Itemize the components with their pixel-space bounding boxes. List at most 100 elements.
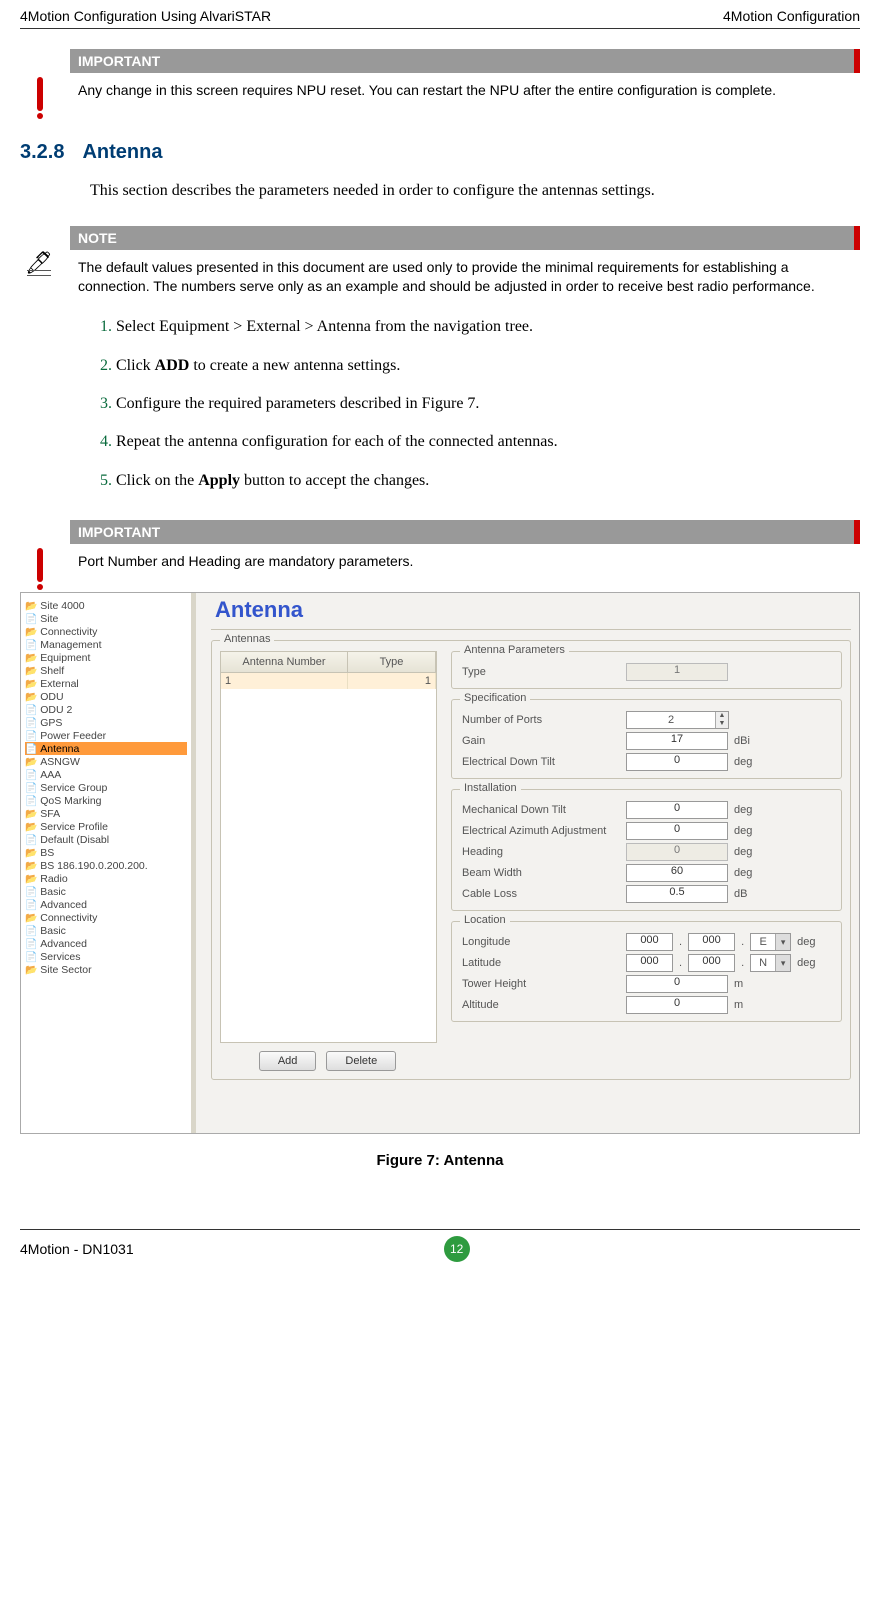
- main-panel: Antenna Antennas Antenna Number Type 1: [203, 593, 859, 1133]
- antennas-fieldset: Antennas Antenna Number Type 1 1: [211, 640, 851, 1080]
- heading-input[interactable]: 0: [626, 843, 728, 861]
- lon-dir-select[interactable]: E▾: [750, 933, 791, 951]
- step-2: Click ADD to create a new antenna settin…: [116, 347, 860, 385]
- callout-important-1: IMPORTANT Any change in this screen requ…: [20, 49, 860, 111]
- tree-node[interactable]: QoS Marking: [25, 794, 191, 807]
- step-4: Repeat the antenna configuration for eac…: [116, 423, 860, 461]
- grid-header-antenna-number[interactable]: Antenna Number: [221, 652, 348, 672]
- altitude-input[interactable]: 0: [626, 996, 728, 1014]
- edt-label: Electrical Down Tilt: [462, 756, 622, 768]
- section-number: 3.2.8: [20, 141, 64, 164]
- installation-group: Installation Mechanical Down Tilt 0 deg …: [451, 789, 842, 911]
- altitude-label: Altitude: [462, 999, 622, 1011]
- eaa-input[interactable]: 0: [626, 822, 728, 840]
- location-group: Location Longitude 000. 000. E▾ deg Lati…: [451, 921, 842, 1022]
- tree-node-selected[interactable]: Antenna: [25, 742, 187, 755]
- antenna-params-group: Antenna Parameters Type 1: [451, 651, 842, 689]
- grid-row[interactable]: 1 1: [221, 673, 436, 689]
- tree-node[interactable]: Shelf: [25, 664, 191, 677]
- note-icon: [25, 254, 55, 280]
- cable-input[interactable]: 0.5: [626, 885, 728, 903]
- header-right: 4Motion Configuration: [723, 8, 860, 24]
- tree-node[interactable]: Radio: [25, 872, 191, 885]
- heading-label: Heading: [462, 846, 622, 858]
- latitude-label: Latitude: [462, 957, 622, 969]
- tree-node[interactable]: Site 4000: [25, 599, 191, 612]
- longitude-label: Longitude: [462, 936, 622, 948]
- figure-antenna-ui: ▸ Site 4000 Site Connectivity Management…: [20, 592, 860, 1134]
- tree-node[interactable]: Basic: [25, 885, 191, 898]
- tower-input[interactable]: 0: [626, 975, 728, 993]
- grid-header-type[interactable]: Type: [348, 652, 436, 672]
- callout-note: NOTE The default values presented in thi…: [20, 226, 860, 298]
- mdt-label: Mechanical Down Tilt: [462, 804, 622, 816]
- chevron-up-icon[interactable]: ▲: [716, 712, 728, 720]
- tree-node[interactable]: Connectivity: [25, 625, 191, 638]
- figure-caption: Figure 7: Antenna: [20, 1152, 860, 1169]
- lat-deg-input[interactable]: 000: [626, 954, 673, 972]
- page-header: 4Motion Configuration Using AlvariSTAR 4…: [20, 0, 860, 29]
- tree-node[interactable]: Services: [25, 950, 191, 963]
- specification-group: Specification Number of Ports 2 ▲▼ Gain: [451, 699, 842, 779]
- chevron-down-icon: ▾: [775, 955, 790, 971]
- tree-node[interactable]: GPS: [25, 716, 191, 729]
- nav-tree[interactable]: Site 4000 Site Connectivity Management E…: [21, 593, 196, 1133]
- chevron-down-icon[interactable]: ▼: [716, 720, 728, 728]
- type-label: Type: [462, 666, 622, 678]
- tree-node[interactable]: Service Group: [25, 781, 191, 794]
- tree-node[interactable]: Site: [25, 612, 191, 625]
- num-ports-label: Number of Ports: [462, 714, 622, 726]
- tree-node[interactable]: Connectivity: [25, 911, 191, 924]
- edt-input[interactable]: 0: [626, 753, 728, 771]
- chevron-down-icon: ▾: [775, 934, 790, 950]
- step-5: Click on the Apply button to accept the …: [116, 462, 860, 500]
- important-icon: [37, 548, 43, 582]
- gain-label: Gain: [462, 735, 622, 747]
- tree-node[interactable]: Service Profile: [25, 820, 191, 833]
- section-title: Antenna: [82, 141, 162, 164]
- step-3: Configure the required parameters descri…: [116, 385, 860, 423]
- tree-node[interactable]: Site Sector: [25, 963, 191, 976]
- grid-cell: 1: [221, 673, 348, 689]
- grid-cell: 1: [348, 673, 436, 689]
- tree-node[interactable]: Default (Disabl: [25, 833, 191, 846]
- tree-node[interactable]: ODU: [25, 690, 191, 703]
- cable-label: Cable Loss: [462, 888, 622, 900]
- callout-text: Any change in this screen requires NPU r…: [70, 73, 860, 102]
- callout-important-2: IMPORTANT Port Number and Heading are ma…: [20, 520, 860, 582]
- tree-node[interactable]: SFA: [25, 807, 191, 820]
- delete-button[interactable]: Delete: [326, 1051, 396, 1071]
- tree-node[interactable]: Advanced: [25, 937, 191, 950]
- header-left: 4Motion Configuration Using AlvariSTAR: [20, 8, 271, 24]
- tree-node[interactable]: Advanced: [25, 898, 191, 911]
- callout-title: IMPORTANT: [70, 49, 860, 73]
- footer-doc-id: 4Motion - DN1031: [20, 1241, 134, 1257]
- section-intro: This section describes the parameters ne…: [90, 176, 850, 206]
- section-heading: 3.2.8 Antenna: [20, 141, 860, 164]
- tree-node[interactable]: AAA: [25, 768, 191, 781]
- tree-node[interactable]: Power Feeder: [25, 729, 191, 742]
- antenna-grid[interactable]: Antenna Number Type 1 1: [220, 651, 437, 1043]
- tree-node[interactable]: Management: [25, 638, 191, 651]
- gain-input[interactable]: 17: [626, 732, 728, 750]
- beam-input[interactable]: 60: [626, 864, 728, 882]
- tree-node[interactable]: Equipment: [25, 651, 191, 664]
- tree-node[interactable]: Basic: [25, 924, 191, 937]
- panel-title: Antenna: [211, 597, 851, 625]
- mdt-input[interactable]: 0: [626, 801, 728, 819]
- lon-deg-input[interactable]: 000: [626, 933, 673, 951]
- lat-min-input[interactable]: 000: [688, 954, 735, 972]
- tree-node[interactable]: External: [25, 677, 191, 690]
- tree-node[interactable]: BS: [25, 846, 191, 859]
- callout-title: IMPORTANT: [70, 520, 860, 544]
- page-footer: 4Motion - DN1031 12: [20, 1229, 860, 1272]
- tree-node[interactable]: ASNGW: [25, 755, 191, 768]
- num-ports-stepper[interactable]: 2 ▲▼: [626, 711, 729, 729]
- callout-text: Port Number and Heading are mandatory pa…: [70, 544, 860, 573]
- tree-node[interactable]: BS 186.190.0.200.200.: [25, 859, 191, 872]
- important-icon: [37, 77, 43, 111]
- lat-dir-select[interactable]: N▾: [750, 954, 791, 972]
- add-button[interactable]: Add: [259, 1051, 317, 1071]
- tree-node[interactable]: ODU 2: [25, 703, 191, 716]
- lon-min-input[interactable]: 000: [688, 933, 735, 951]
